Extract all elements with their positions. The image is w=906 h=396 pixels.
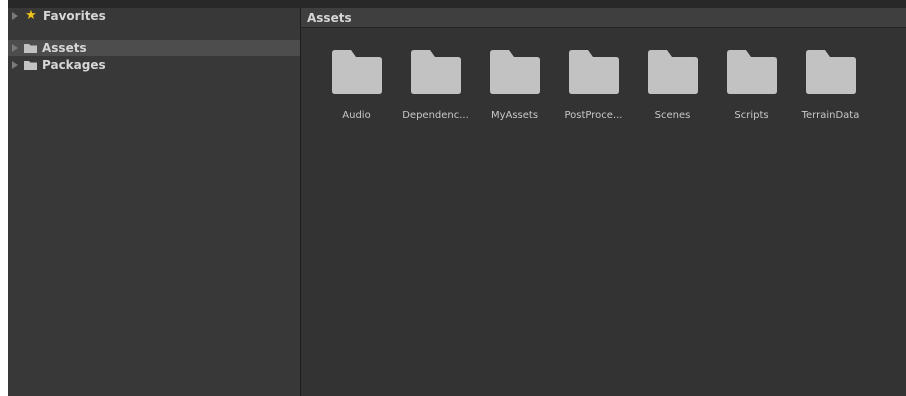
star-icon: ★ [25,8,37,23]
tree-item-label: Assets [42,41,87,55]
folder-icon [490,50,540,94]
folder-item-myassets[interactable]: MyAssets [475,50,554,134]
folder-icon [569,50,619,94]
tree-item-label: Favorites [43,9,106,23]
breadcrumb: Assets [301,8,906,28]
folder-icon [727,50,777,94]
asset-grid-pane: Assets Audio Dependenc... MyAssets PostP [301,8,906,396]
folder-icon [648,50,698,94]
expand-arrow-icon[interactable] [12,44,18,52]
folder-item-scenes[interactable]: Scenes [633,50,712,134]
folder-item-terraindata[interactable]: TerrainData [791,50,870,134]
folder-label: PostProce... [564,110,623,121]
folder-item-dependencies[interactable]: Dependenc... [396,50,475,134]
tree-item-label: Packages [42,58,106,72]
folder-label: Dependenc... [402,110,469,121]
folder-item-postprocessing[interactable]: PostProce... [554,50,633,134]
folder-label: MyAssets [490,110,539,121]
folder-label: Scenes [654,110,691,121]
tree-item-assets[interactable]: Assets [8,40,300,56]
folder-item-scripts[interactable]: Scripts [712,50,791,134]
folder-icon [806,50,856,94]
expand-arrow-icon[interactable] [12,61,18,69]
folder-label: Scripts [734,110,769,121]
folder-item-audio[interactable]: Audio [317,50,396,134]
folder-label: Audio [342,110,371,121]
folder-tree-pane: ★ Favorites Assets Packages [8,8,300,396]
breadcrumb-assets[interactable]: Assets [307,10,352,26]
folder-icon [332,50,382,94]
folder-icon [24,44,37,53]
project-window: ★ Favorites Assets Packages Assets Audio… [8,0,906,396]
folder-label: TerrainData [801,110,860,121]
tree-item-favorites[interactable]: ★ Favorites [8,8,300,24]
tree-item-packages[interactable]: Packages [8,57,300,73]
folder-icon [24,61,37,70]
folder-icon [411,50,461,94]
expand-arrow-icon[interactable] [12,12,18,20]
